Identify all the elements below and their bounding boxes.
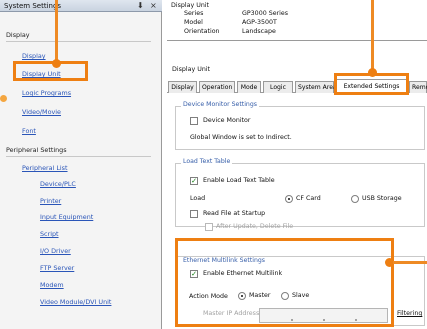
callout-box-extended-settings <box>334 73 409 95</box>
nav-ftp-server[interactable]: FTP Server <box>40 264 74 272</box>
callout-line-top-right <box>371 0 374 73</box>
model-label: Model <box>184 19 203 26</box>
device-monitor-label: Device Monitor <box>203 117 251 124</box>
nav-script[interactable]: Script <box>40 230 59 238</box>
nav-video-module-dvi-unit[interactable]: Video Module/DVI Unit <box>40 298 111 306</box>
series-value: GP3000 Series <box>242 10 289 17</box>
close-icon[interactable]: × <box>150 0 157 12</box>
orientation-value: Landscape <box>242 28 276 35</box>
cf-card-label: CF Card <box>296 195 321 202</box>
after-update-checkbox[interactable] <box>205 223 213 231</box>
read-file-startup-label: Read File at Startup <box>203 210 266 217</box>
peripheral-heading: Peripheral Settings <box>6 146 67 154</box>
cf-card-radio[interactable] <box>285 195 293 203</box>
tab-group-title: Display Unit <box>172 66 211 73</box>
callout-line-left <box>55 0 58 61</box>
nav-font[interactable]: Font <box>22 127 36 135</box>
tab-remote[interactable]: Remo <box>409 81 427 93</box>
read-file-startup-checkbox[interactable] <box>190 210 198 218</box>
display-unit-title: Display Unit <box>171 2 210 9</box>
callout-line-right <box>393 261 427 264</box>
tab-display[interactable]: Display <box>168 81 197 93</box>
device-monitor-title: Device Monitor Settings <box>181 101 259 108</box>
nav-input-equipment[interactable]: Input Equipment <box>40 213 93 221</box>
tab-system-area[interactable]: System Area <box>295 81 337 93</box>
device-monitor-group <box>175 106 425 150</box>
enable-load-text-checkbox[interactable]: ✓ <box>190 177 198 185</box>
device-monitor-checkbox[interactable] <box>190 117 198 125</box>
peripheral-divider <box>6 156 151 157</box>
global-window-note: Global Window is set to Indirect. <box>190 134 292 141</box>
tab-operation[interactable]: Operation <box>199 81 235 93</box>
nav-io-driver[interactable]: I/O Driver <box>40 247 71 255</box>
tab-mode[interactable]: Mode <box>237 81 261 93</box>
left-edge-marker <box>0 95 7 102</box>
tab-logic[interactable]: Logic <box>263 81 293 93</box>
after-update-label: After Update, Delete File <box>216 223 294 230</box>
model-value: AGP-3500T <box>242 19 277 26</box>
display-heading: Display <box>6 31 30 39</box>
nav-device-plc[interactable]: Device/PLC <box>40 180 76 188</box>
header-divider <box>167 40 427 41</box>
nav-peripheral-list[interactable]: Peripheral List <box>22 164 68 172</box>
pin-icon[interactable]: ⬇ <box>137 0 144 12</box>
load-label: Load <box>190 195 206 202</box>
nav-display[interactable]: Display <box>22 52 46 60</box>
enable-load-text-label: Enable Load Text Table <box>203 177 275 184</box>
display-divider <box>6 41 151 42</box>
nav-printer[interactable]: Printer <box>40 197 61 205</box>
nav-video-movie[interactable]: Video/Movie <box>22 108 61 116</box>
callout-box-display-unit <box>13 61 88 81</box>
callout-box-multilink <box>175 238 394 327</box>
system-settings-pane: System Settings ⬇ × Display Display Disp… <box>0 0 162 329</box>
nav-modem[interactable]: Modem <box>40 281 64 289</box>
nav-logic-programs[interactable]: Logic Programs <box>22 89 71 97</box>
load-text-title: Load Text Table <box>181 158 233 165</box>
series-label: Series <box>184 10 204 17</box>
orientation-label: Orientation <box>184 28 220 35</box>
usb-storage-label: USB Storage <box>362 195 402 202</box>
filtering-link[interactable]: Filtering <box>397 310 422 317</box>
usb-storage-radio[interactable] <box>351 195 359 203</box>
